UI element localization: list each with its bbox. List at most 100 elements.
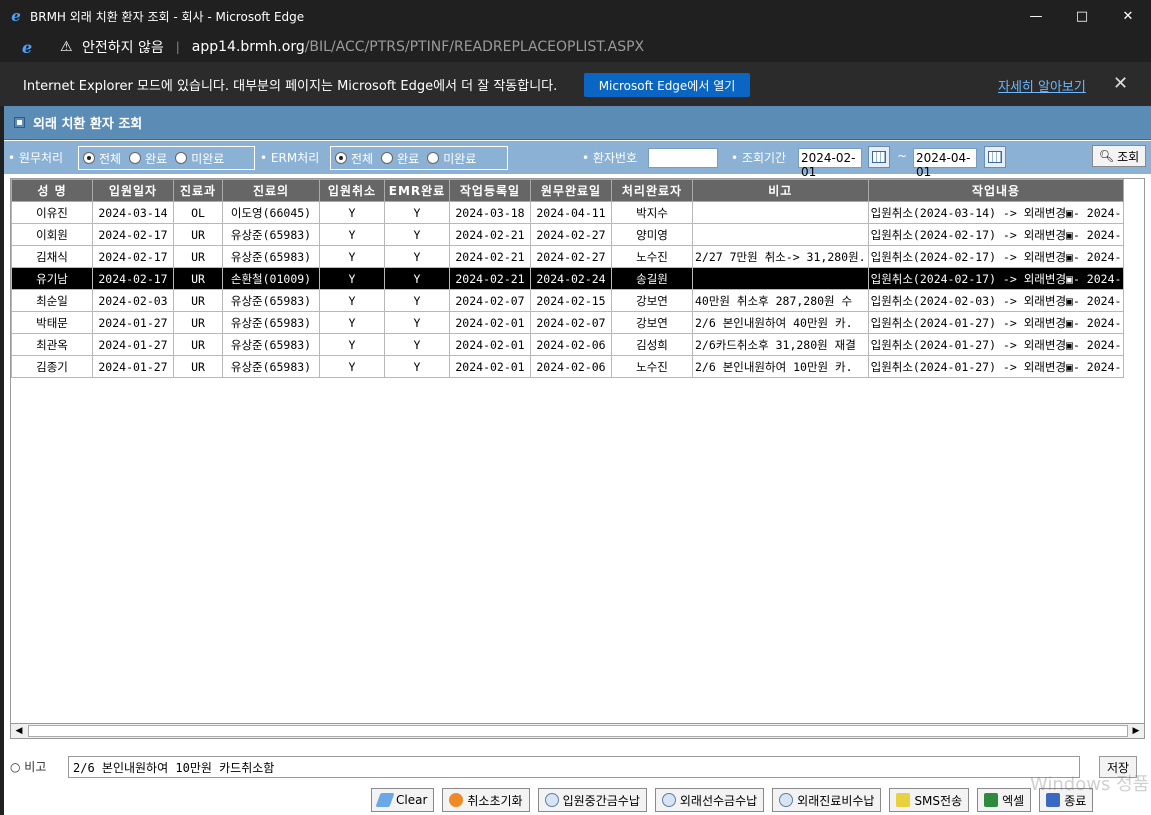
warning-icon[interactable]: ⚠ bbox=[60, 39, 78, 55]
inpatient-midpay-button[interactable]: 입원중간금수납 bbox=[537, 788, 647, 812]
window-controls: — □ ✕ bbox=[1013, 0, 1151, 32]
scroll-right-icon[interactable]: ▶ bbox=[1128, 724, 1144, 738]
column-header[interactable]: 성 명 bbox=[11, 179, 93, 202]
table-cell: 유상준(65983) bbox=[222, 333, 320, 356]
table-cell: 40만원 취소후 287,280원 수 bbox=[692, 289, 869, 312]
date-to-input[interactable]: 2024-04-01 bbox=[913, 148, 977, 179]
table-cell: 유상준(65983) bbox=[222, 245, 320, 268]
radio-dot bbox=[381, 152, 394, 164]
table-row[interactable]: 최관옥 2024-01-27 UR 유상준(65983) Y Y 2024-02-01 202… bbox=[11, 333, 1125, 356]
address-bar: e ⚠ 안전하지 않음 | app14.brmh.org/BIL/ACC/PTR… bbox=[0, 32, 1151, 62]
table-row[interactable]: 이유진 2024-03-14 OL 이도영(66045) Y Y 2024-03-18 202… bbox=[11, 201, 1125, 224]
window-titlebar: e BRMH 외래 치환 환자 조회 - 회사 - Microsoft Edge… bbox=[0, 0, 1151, 32]
table-cell: UR bbox=[173, 355, 223, 378]
table-cell: 2/6카드취소후 31,280원 재결 bbox=[692, 333, 869, 356]
column-header[interactable]: 입원취소 bbox=[319, 179, 385, 202]
minimize-button[interactable]: — bbox=[1013, 0, 1059, 32]
table-cell: 유상준(65983) bbox=[222, 223, 320, 246]
column-header[interactable]: 진료의 bbox=[222, 179, 320, 202]
table-row[interactable]: 김종기 2024-01-27 UR 유상준(65983) Y Y 2024-02-01 202… bbox=[11, 355, 1125, 378]
column-header[interactable]: EMR완료 bbox=[384, 179, 450, 202]
open-in-edge-button[interactable]: Microsoft Edge에서 열기 bbox=[584, 73, 750, 97]
table-cell: Y bbox=[319, 201, 385, 224]
table-cell: Y bbox=[384, 355, 450, 378]
erm-radio-all[interactable]: 전체 bbox=[335, 150, 373, 167]
search-button[interactable]: 🔍︎ 조회 bbox=[1092, 145, 1146, 167]
edge-ie-icon: e bbox=[11, 7, 21, 25]
url-path[interactable]: /BIL/ACC/PTRS/PTINF/READREPLACEOPLIST.AS… bbox=[305, 39, 644, 55]
table-cell: 2024-02-07 bbox=[449, 289, 531, 312]
work-radio-done[interactable]: 완료 bbox=[129, 150, 167, 167]
table-cell: 유상준(65983) bbox=[222, 289, 320, 312]
column-header[interactable]: 비고 bbox=[692, 179, 869, 202]
column-header[interactable]: 입원일자 bbox=[92, 179, 174, 202]
column-header[interactable]: 작업등록일 bbox=[449, 179, 531, 202]
erm-radio-group: 전체 완료 미완료 bbox=[330, 146, 508, 170]
excel-button[interactable]: 엑셀 bbox=[977, 788, 1032, 812]
scroll-left-icon[interactable]: ◀ bbox=[11, 724, 27, 738]
calendar-from-icon[interactable] bbox=[868, 146, 890, 168]
table-cell: 2024-02-01 bbox=[449, 355, 531, 378]
erm-radio-notdone[interactable]: 미완료 bbox=[427, 150, 476, 167]
patient-grid: 성 명 입원일자 진료과 진료의 입원취소 EMR완료 작업등록일 원무완료일 처리완료자 비고 작… bbox=[10, 178, 1145, 738]
sms-send-button[interactable]: SMS전송 bbox=[889, 788, 970, 812]
close-window-button[interactable]: ✕ bbox=[1105, 0, 1151, 32]
date-from-input[interactable]: 2024-02-01 bbox=[798, 148, 862, 179]
calendar-to-icon[interactable] bbox=[984, 146, 1006, 168]
cancel-reset-button[interactable]: 취소초기화 bbox=[442, 788, 530, 812]
table-cell: Y bbox=[319, 333, 385, 356]
table-cell: Y bbox=[384, 223, 450, 246]
erm-radio-done[interactable]: 완료 bbox=[381, 150, 419, 167]
table-cell: 양미영 bbox=[611, 223, 693, 246]
table-row[interactable]: 김채식 2024-02-17 UR 유상준(65983) Y Y 2024-02-21 202… bbox=[11, 245, 1125, 268]
memo-input[interactable]: 2/6 본인내원하여 10만원 카드취소함 bbox=[68, 756, 1080, 778]
page-header: 외래 치환 환자 조회 bbox=[4, 106, 1151, 140]
ie-mode-infobar: Internet Explorer 모드에 있습니다. 대부분의 페이지는 Mi… bbox=[0, 62, 1151, 106]
table-cell: 2024-01-27 bbox=[92, 333, 174, 356]
date-tilde: ~ bbox=[897, 149, 908, 163]
activation-watermark: Windows 정품 인증 bbox=[1030, 774, 1151, 795]
radio-dot bbox=[427, 152, 440, 164]
url-host[interactable]: app14.brmh.org bbox=[192, 39, 305, 55]
clear-button[interactable]: Clear bbox=[371, 788, 435, 812]
work-radio-group: 전체 완료 미완료 bbox=[78, 146, 255, 170]
table-cell: 입원취소(2024-02-03) -> 외래변경▣- 2024- bbox=[867, 289, 1125, 312]
table-cell: 손환철(01009) bbox=[222, 267, 320, 290]
table-row[interactable]: 최순일 2024-02-03 UR 유상준(65983) Y Y 2024-02-07 202… bbox=[11, 289, 1125, 312]
table-cell: Y bbox=[384, 201, 450, 224]
period-label: • 조회기간 bbox=[731, 151, 787, 165]
horizontal-scrollbar[interactable]: ◀ ▶ bbox=[10, 723, 1145, 739]
column-header[interactable]: 작업내용 bbox=[867, 179, 1125, 202]
maximize-button[interactable]: □ bbox=[1059, 0, 1105, 32]
column-header[interactable]: 원무완료일 bbox=[530, 179, 612, 202]
table-cell: 입원취소(2024-01-27) -> 외래변경▣- 2024- bbox=[867, 311, 1125, 334]
scroll-thumb[interactable] bbox=[28, 725, 1128, 737]
check-circle-icon bbox=[544, 793, 559, 807]
work-radio-notdone[interactable]: 미완료 bbox=[175, 150, 224, 167]
table-cell: 입원취소(2024-02-17) -> 외래변경▣- 2024- bbox=[867, 245, 1125, 268]
table-cell: UR bbox=[173, 267, 223, 290]
work-radio-all[interactable]: 전체 bbox=[83, 150, 121, 167]
ie-mode-icon[interactable]: e bbox=[22, 38, 40, 57]
table-cell: 이유진 bbox=[11, 201, 93, 224]
security-status[interactable]: 안전하지 않음 bbox=[82, 37, 164, 57]
table-row[interactable]: 박태문 2024-01-27 UR 유상준(65983) Y Y 2024-02-01 202… bbox=[11, 311, 1125, 334]
outpatient-advance-button[interactable]: 외래선수금수납 bbox=[654, 788, 765, 812]
column-header[interactable]: 처리완료자 bbox=[611, 179, 693, 202]
column-header[interactable]: 진료과 bbox=[173, 179, 223, 202]
magnifier-icon: 🔍︎ bbox=[1098, 149, 1115, 163]
table-cell: 최순일 bbox=[11, 289, 93, 312]
table-cell: 노수진 bbox=[611, 245, 693, 268]
outpatient-fee-button[interactable]: 외래진료비수납 bbox=[772, 788, 882, 812]
table-cell: 2024-02-03 bbox=[92, 289, 174, 312]
table-cell: 노수진 bbox=[611, 355, 693, 378]
table-row[interactable]: 이회원 2024-02-17 UR 유상준(65983) Y Y 2024-02-21 202… bbox=[11, 223, 1125, 246]
table-cell: 2024-01-27 bbox=[92, 311, 174, 334]
table-cell: 입원취소(2024-01-27) -> 외래변경▣- 2024- bbox=[867, 355, 1125, 378]
table-row[interactable]: 유기남 2024-02-17 UR 손환철(01009) Y Y 2024-02-21 202… bbox=[11, 267, 1125, 290]
radio-dot bbox=[129, 152, 142, 164]
table-cell: 2024-02-21 bbox=[449, 267, 531, 290]
patient-no-input[interactable] bbox=[648, 148, 718, 168]
learn-more-link[interactable]: 자세히 알아보기 bbox=[998, 76, 1086, 95]
close-infobar-icon[interactable]: ✕ bbox=[1113, 73, 1128, 94]
